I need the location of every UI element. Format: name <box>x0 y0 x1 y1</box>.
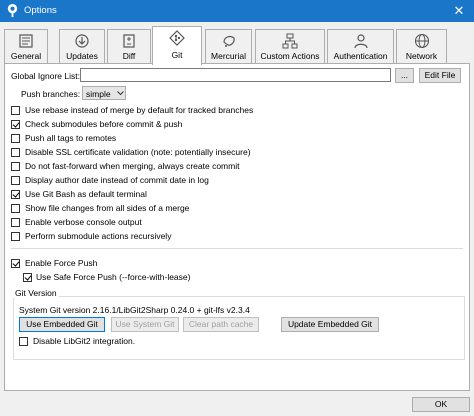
push-branches-value: simple <box>86 89 111 99</box>
disable-libgit2-label: Disable LibGit2 integration. <box>33 336 136 346</box>
edit-file-button[interactable]: Edit File <box>419 68 461 83</box>
tab-label: Updates <box>66 51 98 61</box>
use-embedded-git-button[interactable]: Use Embedded Git <box>19 317 105 332</box>
safe-force-push-checkbox[interactable] <box>23 273 32 282</box>
option-label: Check submodules before commit & push <box>25 119 183 129</box>
option-label: Display author date instead of commit da… <box>25 175 209 185</box>
push-branches-label: Push branches: <box>21 89 81 99</box>
option-checkbox[interactable] <box>11 106 20 115</box>
sourcetree-logo-icon <box>7 3 18 18</box>
tab-label: Diff <box>122 51 136 61</box>
diff-icon <box>123 34 135 48</box>
git-version-text: System Git version 2.16.1/LibGit2Sharp 0… <box>19 305 250 315</box>
option-checkbox[interactable] <box>11 218 20 227</box>
tab-label: Network <box>405 51 438 61</box>
use-system-git-button[interactable]: Use System Git <box>111 317 179 332</box>
general-icon <box>19 34 33 48</box>
option-label: Use Git Bash as default terminal <box>25 189 147 199</box>
push-branches-select[interactable]: simple <box>82 86 126 100</box>
mercurial-icon <box>222 36 235 47</box>
option-checkbox[interactable] <box>11 190 20 199</box>
git-icon <box>169 30 185 46</box>
clear-path-cache-button[interactable]: Clear path cache <box>183 317 259 332</box>
divider <box>11 248 463 249</box>
tab-authentication[interactable]: Authentication <box>327 29 394 64</box>
git-version-title: Git Version <box>13 288 59 298</box>
tab-label: Mercurial <box>211 51 246 61</box>
force-push-label: Enable Force Push <box>25 258 98 268</box>
tab-label: Custom Actions <box>260 51 320 61</box>
tab-updates[interactable]: Updates <box>59 29 105 64</box>
authentication-icon <box>353 34 368 49</box>
tab-network[interactable]: Network <box>396 29 447 64</box>
force-push-checkbox[interactable] <box>11 259 20 268</box>
network-icon <box>414 33 429 49</box>
disable-libgit2-checkbox[interactable] <box>19 337 28 346</box>
git-settings-panel: Global Ignore List: ... Edit File Push b… <box>4 63 470 391</box>
chevron-down-icon <box>117 91 124 96</box>
tab-mercurial[interactable]: Mercurial <box>205 29 252 64</box>
option-label: Do not fast-forward when merging, always… <box>25 161 240 171</box>
tab-strip: General Updates Diff Git Mercurial Custo… <box>4 26 470 65</box>
title-bar: Options ✕ <box>0 0 474 22</box>
tab-label: Git <box>171 50 183 60</box>
option-checkbox[interactable] <box>11 204 20 213</box>
global-ignore-list-label: Global Ignore List: <box>11 71 80 81</box>
tab-diff[interactable]: Diff <box>107 29 151 64</box>
browse-button[interactable]: ... <box>395 68 414 83</box>
option-label: Show file changes from all sides of a me… <box>25 203 190 213</box>
option-checkbox[interactable] <box>11 148 20 157</box>
option-checkbox[interactable] <box>11 120 20 129</box>
option-checkbox[interactable] <box>11 134 20 143</box>
option-label: Disable SSL certificate validation (note… <box>25 147 251 157</box>
option-label: Perform submodule actions recursively <box>25 231 172 241</box>
tab-git[interactable]: Git <box>152 26 202 65</box>
option-label: Push all tags to remotes <box>25 133 117 143</box>
window-title: Options <box>24 5 57 16</box>
tab-general[interactable]: General <box>4 29 48 64</box>
updates-icon <box>75 34 89 48</box>
tab-custom-actions[interactable]: Custom Actions <box>255 29 325 64</box>
close-icon[interactable]: ✕ <box>444 0 474 22</box>
safe-force-push-label: Use Safe Force Push (--force-with-lease) <box>36 272 191 282</box>
tab-label: General <box>10 51 42 61</box>
option-label: Use rebase instead of merge by default f… <box>25 105 254 115</box>
update-embedded-git-button[interactable]: Update Embedded Git <box>281 317 379 332</box>
ok-button[interactable]: OK <box>412 397 470 412</box>
custom-actions-icon <box>282 33 298 49</box>
global-ignore-list-input[interactable] <box>80 68 391 82</box>
option-checkbox[interactable] <box>11 232 20 241</box>
option-label: Enable verbose console output <box>25 217 142 227</box>
option-checkbox[interactable] <box>11 176 20 185</box>
option-checkbox[interactable] <box>11 162 20 171</box>
tab-label: Authentication <box>333 51 388 61</box>
